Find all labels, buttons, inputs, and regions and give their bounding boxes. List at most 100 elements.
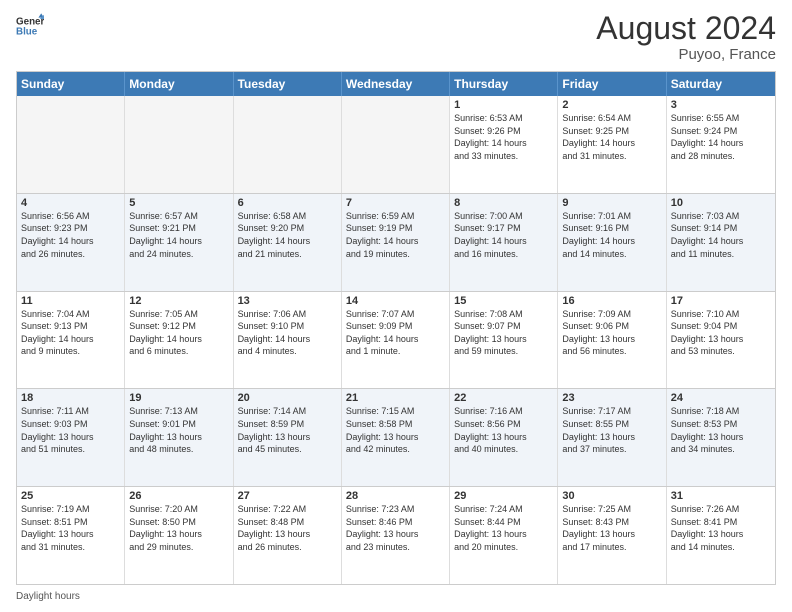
page: General Blue General Blue August 2024 Pu…	[0, 0, 792, 612]
calendar-cell	[342, 96, 450, 193]
calendar-body: 1Sunrise: 6:53 AM Sunset: 9:26 PM Daylig…	[17, 96, 775, 584]
calendar-cell: 24Sunrise: 7:18 AM Sunset: 8:53 PM Dayli…	[667, 389, 775, 486]
day-number: 28	[346, 490, 445, 502]
calendar-cell: 17Sunrise: 7:10 AM Sunset: 9:04 PM Dayli…	[667, 292, 775, 389]
day-info: Sunrise: 7:26 AM Sunset: 8:41 PM Dayligh…	[671, 503, 771, 553]
calendar-cell	[17, 96, 125, 193]
calendar-cell: 12Sunrise: 7:05 AM Sunset: 9:12 PM Dayli…	[125, 292, 233, 389]
day-number: 6	[238, 197, 337, 209]
day-number: 7	[346, 197, 445, 209]
day-info: Sunrise: 7:13 AM Sunset: 9:01 PM Dayligh…	[129, 405, 228, 455]
title-block: August 2024 Puyoo, France	[596, 12, 776, 63]
calendar-cell: 4Sunrise: 6:56 AM Sunset: 9:23 PM Daylig…	[17, 194, 125, 291]
calendar-cell: 29Sunrise: 7:24 AM Sunset: 8:44 PM Dayli…	[450, 487, 558, 584]
calendar-row-4: 18Sunrise: 7:11 AM Sunset: 9:03 PM Dayli…	[17, 388, 775, 486]
calendar-cell: 26Sunrise: 7:20 AM Sunset: 8:50 PM Dayli…	[125, 487, 233, 584]
day-number: 21	[346, 392, 445, 404]
calendar-cell	[234, 96, 342, 193]
calendar-cell: 3Sunrise: 6:55 AM Sunset: 9:24 PM Daylig…	[667, 96, 775, 193]
day-info: Sunrise: 7:05 AM Sunset: 9:12 PM Dayligh…	[129, 308, 228, 358]
day-info: Sunrise: 7:04 AM Sunset: 9:13 PM Dayligh…	[21, 308, 120, 358]
calendar-cell: 10Sunrise: 7:03 AM Sunset: 9:14 PM Dayli…	[667, 194, 775, 291]
calendar-cell: 9Sunrise: 7:01 AM Sunset: 9:16 PM Daylig…	[558, 194, 666, 291]
day-info: Sunrise: 7:23 AM Sunset: 8:46 PM Dayligh…	[346, 503, 445, 553]
calendar-row-5: 25Sunrise: 7:19 AM Sunset: 8:51 PM Dayli…	[17, 486, 775, 584]
day-number: 30	[562, 490, 661, 502]
day-info: Sunrise: 6:53 AM Sunset: 9:26 PM Dayligh…	[454, 112, 553, 162]
day-number: 24	[671, 392, 771, 404]
calendar-cell: 1Sunrise: 6:53 AM Sunset: 9:26 PM Daylig…	[450, 96, 558, 193]
day-number: 14	[346, 295, 445, 307]
logo-icon: General Blue	[16, 12, 44, 40]
day-info: Sunrise: 6:55 AM Sunset: 9:24 PM Dayligh…	[671, 112, 771, 162]
day-number: 20	[238, 392, 337, 404]
day-number: 4	[21, 197, 120, 209]
day-number: 22	[454, 392, 553, 404]
day-info: Sunrise: 6:58 AM Sunset: 9:20 PM Dayligh…	[238, 210, 337, 260]
day-number: 2	[562, 99, 661, 111]
day-number: 17	[671, 295, 771, 307]
calendar-cell: 20Sunrise: 7:14 AM Sunset: 8:59 PM Dayli…	[234, 389, 342, 486]
calendar-cell: 23Sunrise: 7:17 AM Sunset: 8:55 PM Dayli…	[558, 389, 666, 486]
day-info: Sunrise: 6:56 AM Sunset: 9:23 PM Dayligh…	[21, 210, 120, 260]
month-title: August 2024	[596, 12, 776, 44]
day-number: 18	[21, 392, 120, 404]
calendar-cell: 27Sunrise: 7:22 AM Sunset: 8:48 PM Dayli…	[234, 487, 342, 584]
daylight-label: Daylight hours	[16, 591, 80, 602]
calendar-cell	[125, 96, 233, 193]
day-info: Sunrise: 6:57 AM Sunset: 9:21 PM Dayligh…	[129, 210, 228, 260]
header-tuesday: Tuesday	[234, 72, 342, 96]
day-info: Sunrise: 7:17 AM Sunset: 8:55 PM Dayligh…	[562, 405, 661, 455]
calendar-cell: 19Sunrise: 7:13 AM Sunset: 9:01 PM Dayli…	[125, 389, 233, 486]
calendar-cell: 18Sunrise: 7:11 AM Sunset: 9:03 PM Dayli…	[17, 389, 125, 486]
calendar-cell: 15Sunrise: 7:08 AM Sunset: 9:07 PM Dayli…	[450, 292, 558, 389]
day-info: Sunrise: 7:08 AM Sunset: 9:07 PM Dayligh…	[454, 308, 553, 358]
day-info: Sunrise: 7:00 AM Sunset: 9:17 PM Dayligh…	[454, 210, 553, 260]
header-saturday: Saturday	[667, 72, 775, 96]
header-monday: Monday	[125, 72, 233, 96]
day-info: Sunrise: 7:01 AM Sunset: 9:16 PM Dayligh…	[562, 210, 661, 260]
day-number: 25	[21, 490, 120, 502]
day-number: 13	[238, 295, 337, 307]
day-info: Sunrise: 7:09 AM Sunset: 9:06 PM Dayligh…	[562, 308, 661, 358]
logo: General Blue General Blue	[16, 12, 44, 40]
calendar-cell: 25Sunrise: 7:19 AM Sunset: 8:51 PM Dayli…	[17, 487, 125, 584]
calendar-cell: 6Sunrise: 6:58 AM Sunset: 9:20 PM Daylig…	[234, 194, 342, 291]
header-wednesday: Wednesday	[342, 72, 450, 96]
calendar-header: Sunday Monday Tuesday Wednesday Thursday…	[17, 72, 775, 96]
day-number: 26	[129, 490, 228, 502]
calendar: Sunday Monday Tuesday Wednesday Thursday…	[16, 71, 776, 585]
calendar-cell: 31Sunrise: 7:26 AM Sunset: 8:41 PM Dayli…	[667, 487, 775, 584]
day-number: 11	[21, 295, 120, 307]
day-number: 31	[671, 490, 771, 502]
calendar-cell: 2Sunrise: 6:54 AM Sunset: 9:25 PM Daylig…	[558, 96, 666, 193]
day-number: 16	[562, 295, 661, 307]
calendar-cell: 13Sunrise: 7:06 AM Sunset: 9:10 PM Dayli…	[234, 292, 342, 389]
day-number: 29	[454, 490, 553, 502]
header: General Blue General Blue August 2024 Pu…	[16, 12, 776, 63]
day-info: Sunrise: 6:54 AM Sunset: 9:25 PM Dayligh…	[562, 112, 661, 162]
day-number: 10	[671, 197, 771, 209]
day-info: Sunrise: 7:20 AM Sunset: 8:50 PM Dayligh…	[129, 503, 228, 553]
day-info: Sunrise: 7:14 AM Sunset: 8:59 PM Dayligh…	[238, 405, 337, 455]
header-friday: Friday	[558, 72, 666, 96]
calendar-cell: 16Sunrise: 7:09 AM Sunset: 9:06 PM Dayli…	[558, 292, 666, 389]
footer: Daylight hours	[16, 591, 776, 602]
day-number: 27	[238, 490, 337, 502]
calendar-cell: 21Sunrise: 7:15 AM Sunset: 8:58 PM Dayli…	[342, 389, 450, 486]
header-thursday: Thursday	[450, 72, 558, 96]
day-number: 1	[454, 99, 553, 111]
day-info: Sunrise: 7:16 AM Sunset: 8:56 PM Dayligh…	[454, 405, 553, 455]
day-number: 9	[562, 197, 661, 209]
day-info: Sunrise: 7:15 AM Sunset: 8:58 PM Dayligh…	[346, 405, 445, 455]
day-info: Sunrise: 7:24 AM Sunset: 8:44 PM Dayligh…	[454, 503, 553, 553]
calendar-row-1: 1Sunrise: 6:53 AM Sunset: 9:26 PM Daylig…	[17, 96, 775, 193]
day-number: 19	[129, 392, 228, 404]
calendar-cell: 30Sunrise: 7:25 AM Sunset: 8:43 PM Dayli…	[558, 487, 666, 584]
day-info: Sunrise: 7:22 AM Sunset: 8:48 PM Dayligh…	[238, 503, 337, 553]
day-info: Sunrise: 7:25 AM Sunset: 8:43 PM Dayligh…	[562, 503, 661, 553]
day-number: 5	[129, 197, 228, 209]
calendar-row-2: 4Sunrise: 6:56 AM Sunset: 9:23 PM Daylig…	[17, 193, 775, 291]
day-number: 15	[454, 295, 553, 307]
calendar-cell: 8Sunrise: 7:00 AM Sunset: 9:17 PM Daylig…	[450, 194, 558, 291]
